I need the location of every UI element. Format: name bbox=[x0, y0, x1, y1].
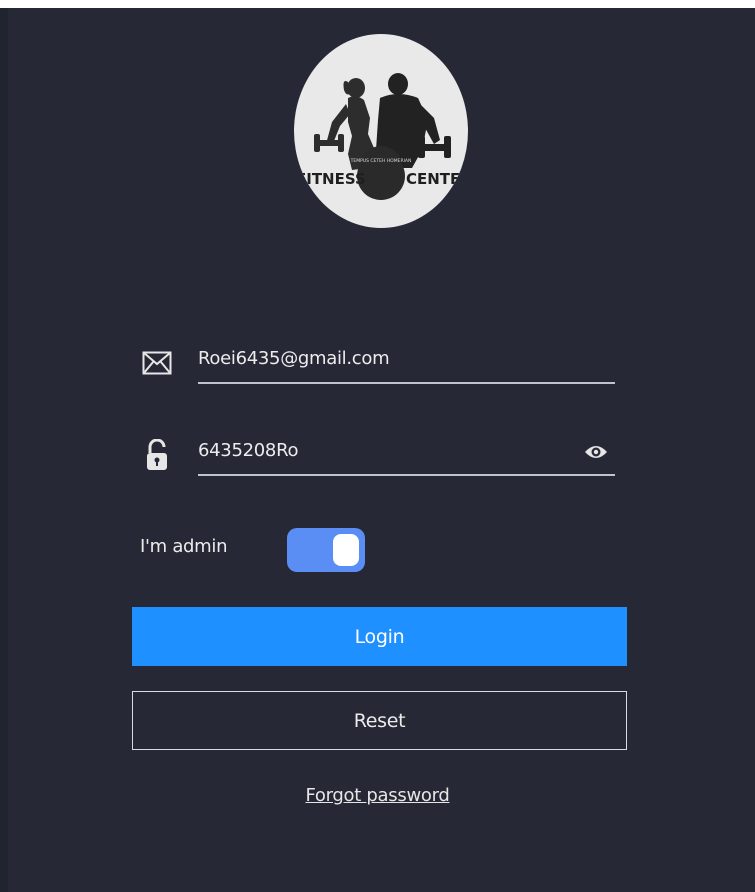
envelope-icon bbox=[140, 346, 174, 380]
admin-row: I'm admin bbox=[140, 526, 440, 576]
email-field-group bbox=[140, 340, 615, 390]
login-button[interactable]: Login bbox=[132, 607, 627, 666]
password-underline bbox=[198, 474, 615, 476]
window-top-strip bbox=[0, 0, 755, 8]
password-field-group bbox=[140, 432, 615, 482]
email-field[interactable] bbox=[198, 340, 583, 376]
eye-icon[interactable] bbox=[582, 438, 610, 466]
email-underline bbox=[198, 382, 615, 384]
admin-toggle[interactable] bbox=[287, 528, 365, 572]
fitness-center-logo: TEMPUS CETEH HOMERIAN FITNESS CENTER bbox=[294, 34, 468, 228]
reset-button[interactable]: Reset bbox=[132, 691, 627, 750]
forgot-password-row: Forgot password bbox=[0, 785, 755, 806]
logo-arc-text: TEMPUS CETEH HOMERIAN bbox=[350, 158, 412, 164]
window-left-edge bbox=[0, 8, 8, 892]
password-field[interactable] bbox=[198, 432, 583, 468]
admin-label: I'm admin bbox=[140, 536, 228, 557]
toggle-knob bbox=[333, 534, 359, 566]
unlocked-padlock-icon bbox=[140, 438, 174, 472]
forgot-password-link[interactable]: Forgot password bbox=[306, 785, 450, 806]
